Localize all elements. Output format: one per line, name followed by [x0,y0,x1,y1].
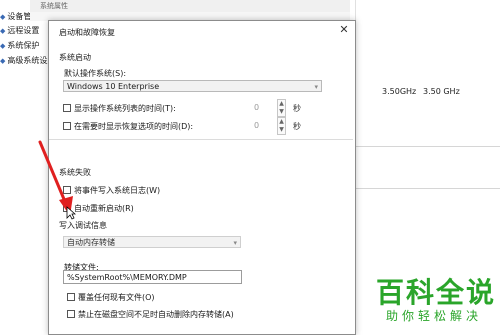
debug-info-label: 写入调试信息 [59,221,107,230]
sidebar-item-system-protection[interactable]: ◆ 系统保护 [0,40,39,52]
cpu-speed-value: 3.50 GHz [423,87,460,96]
mouse-cursor-icon [66,206,76,220]
shield-icon: ◆ [0,13,6,21]
dialog-title: 启动和故障恢复 [59,28,115,37]
overwrite-label: 覆盖任何现有文件(O) [78,293,155,302]
debug-info-value: 自动内存转储 [67,238,115,247]
dump-file-value: %SystemRoot%\MEMORY.DMP [67,273,187,282]
close-icon: ✕ [339,23,349,36]
sidebar-item-remote-settings[interactable]: ◆ 远程设置 [0,25,39,37]
annotation-arrow-shaft [38,140,68,206]
disable-auto-delete-label: 禁止在磁盘空间不足时自动删除内存转储(A) [78,310,234,319]
show-os-list-label: 显示操作系统列表的时间(T): [74,104,176,113]
system-properties-title: 系统属性 [40,2,68,10]
show-recovery-seconds[interactable]: 0 [254,121,259,130]
disable-auto-delete-checkbox[interactable] [67,310,75,318]
dump-file-input[interactable]: %SystemRoot%\MEMORY.DMP [63,270,242,284]
watermark-title: 百科全说 [376,276,497,309]
default-os-select[interactable]: Windows 10 Enterprise ▾ [63,80,322,92]
divider [356,146,500,147]
overwrite-checkbox[interactable] [67,293,75,301]
default-os-value: Windows 10 Enterprise [67,82,160,91]
divider [49,139,353,140]
chevron-up-icon[interactable]: ▲ [278,100,285,108]
seconds-unit: 秒 [293,122,301,131]
divider [356,188,500,189]
show-recovery-stepper[interactable]: ▲ ▼ [277,117,286,135]
chevron-up-icon[interactable]: ▲ [278,118,285,126]
watermark-subtitle: 助你轻松解决 [386,309,483,323]
default-os-label: 默认操作系统(S): [64,69,127,78]
auto-restart-label: 自动重新启动(R) [74,204,134,213]
show-os-list-seconds[interactable]: 0 [254,103,259,112]
chevron-down-icon: ▾ [314,83,318,91]
show-recovery-checkbox[interactable] [63,122,71,130]
shield-icon: ◆ [0,42,6,50]
show-os-list-stepper[interactable]: ▲ ▼ [277,99,286,117]
shield-icon: ◆ [0,27,6,35]
startup-group-label: 系统启动 [59,53,91,62]
startup-recovery-dialog: 启动和故障恢复 ✕ 系统启动 默认操作系统(S): Windows 10 Ent… [48,20,356,335]
write-event-log-label: 将事件写入系统日志(W) [74,186,161,195]
chevron-down-icon[interactable]: ▼ [278,108,285,116]
seconds-unit: 秒 [293,104,301,113]
debug-info-select[interactable]: 自动内存转储 ▾ [63,236,241,248]
show-recovery-label: 在需要时显示恢复选项的时间(D): [74,122,194,131]
chevron-down-icon[interactable]: ▼ [278,126,285,134]
shield-icon: ◆ [0,57,6,65]
show-os-list-checkbox[interactable] [63,104,71,112]
sidebar-item-label: 远程设置 [7,26,40,35]
chevron-down-icon: ▾ [233,239,237,247]
close-button[interactable]: ✕ [337,23,351,37]
sidebar-item-label: 系统保护 [7,41,40,50]
cpu-speed-value: 3.50GHz [382,87,417,96]
